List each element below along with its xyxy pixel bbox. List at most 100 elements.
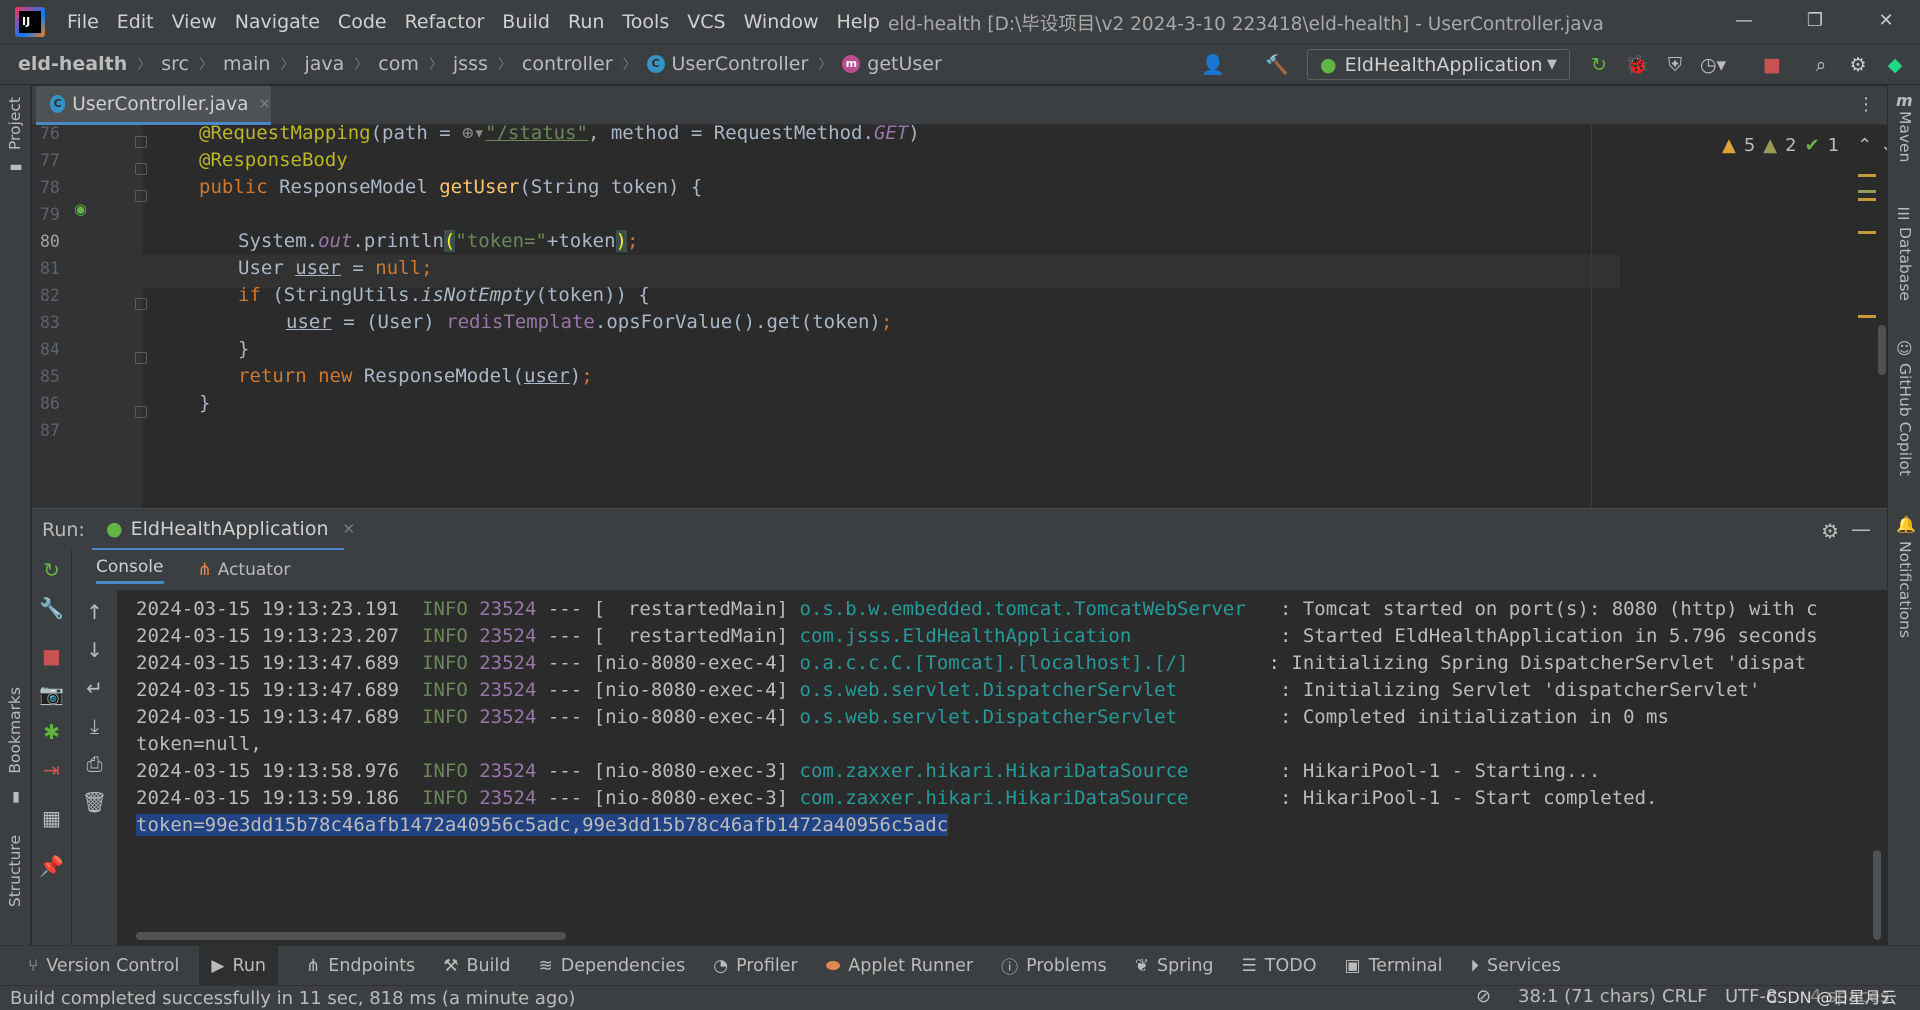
fold-marker[interactable] (135, 298, 147, 310)
run-configuration-select[interactable]: ● EldHealthApplication ▼ (1307, 49, 1570, 80)
notifications-tool-button[interactable]: Notifications (1896, 541, 1914, 638)
jetbrains-ai-icon[interactable]: ◆ (1880, 50, 1910, 80)
stop-icon[interactable]: ■ (1757, 50, 1787, 80)
tab-dependencies[interactable]: ≋ Dependencies (538, 956, 685, 976)
settings-gear-icon[interactable]: ⚙ (1843, 50, 1873, 80)
code-editor[interactable]: 76 77 78 79 80 81 82 83 84 85 86 87 ◉ @R… (32, 125, 1887, 508)
breadcrumb-jsss[interactable]: jsss (453, 53, 488, 75)
search-icon[interactable]: ⌕ (1806, 50, 1836, 80)
chevron-up-icon[interactable]: ⌃ (1857, 135, 1872, 156)
project-tool-button[interactable]: Project (6, 97, 24, 150)
arrow-up-icon[interactable]: ↑ (72, 598, 117, 626)
tab-run[interactable]: ▶ Run (199, 945, 279, 986)
editor-scrollbar[interactable] (1878, 325, 1886, 375)
tab-spring[interactable]: ❦ Spring (1135, 956, 1214, 976)
tab-endpoints[interactable]: ⋔ Endpoints (306, 956, 415, 976)
intellij-logo-icon[interactable]: IJ (15, 6, 45, 37)
breadcrumb-method[interactable]: m getUser (842, 53, 942, 75)
tab-build[interactable]: ⚒ Build (443, 956, 510, 976)
no-sync-icon[interactable]: ⊘ (1476, 986, 1491, 1007)
fold-marker[interactable] (135, 406, 147, 418)
breadcrumb-main[interactable]: main (223, 53, 270, 75)
tab-todo[interactable]: ☰ TODO (1242, 956, 1317, 976)
tab-terminal[interactable]: ▣ Terminal (1345, 956, 1443, 976)
bookmarks-tool-button[interactable]: Bookmarks (6, 687, 24, 774)
close-tab-icon[interactable]: ✕ (258, 95, 271, 113)
structure-tool-button[interactable]: Structure (6, 835, 24, 907)
restore-icon[interactable]: ❐ (1793, 6, 1837, 36)
log-logger[interactable]: com.zaxxer.hikari.HikariDataSource (800, 787, 1269, 809)
breadcrumb-java[interactable]: java (304, 53, 344, 75)
console-output[interactable]: 2024-03-15 19:13:23.191 INFO 23524 --- [… (118, 590, 1887, 945)
run-tab-eldhealth[interactable]: ● EldHealthApplication ✕ (92, 509, 355, 551)
status-message[interactable]: Build completed successfully in 11 sec, … (10, 988, 575, 1009)
fold-marker[interactable] (135, 352, 147, 364)
tab-user-controller[interactable]: C UserController.java ✕ (36, 86, 271, 125)
minimize-icon[interactable]: — (1722, 6, 1766, 36)
exit-icon[interactable]: ⇥ (32, 756, 71, 784)
user-account-icon[interactable]: 👤▾ (1198, 50, 1228, 106)
print-icon[interactable]: ⎙ (72, 750, 117, 778)
tab-profiler[interactable]: ◔ Profiler (713, 956, 797, 976)
warning-marker[interactable] (1858, 231, 1876, 234)
warning-marker[interactable] (1858, 315, 1876, 318)
menu-navigate[interactable]: Navigate (235, 11, 320, 33)
build-hammer-icon[interactable]: 🔨 (1262, 50, 1292, 80)
console-horizontal-scrollbar[interactable] (136, 932, 566, 940)
scroll-to-end-icon[interactable]: ⤓ (72, 712, 117, 740)
rerun-icon[interactable]: ↻ (1584, 50, 1614, 80)
log-logger[interactable]: com.zaxxer.hikari.HikariDataSource (800, 760, 1269, 782)
tab-problems[interactable]: ⓘ Problems (1001, 953, 1107, 979)
log-logger[interactable]: o.s.b.w.embedded.tomcat.TomcatWebServer (800, 598, 1269, 620)
tab-version-control[interactable]: ⑂ Version Control (28, 956, 179, 976)
menu-refactor[interactable]: Refactor (405, 11, 485, 33)
debug-bug-icon[interactable]: ✱ (32, 718, 71, 746)
fold-marker[interactable] (135, 190, 147, 202)
warning-marker[interactable] (1858, 174, 1876, 177)
arrow-down-icon[interactable]: ↓ (72, 636, 117, 664)
menu-edit[interactable]: Edit (117, 11, 154, 33)
wrench-icon[interactable]: 🔧 (32, 594, 71, 622)
breadcrumb-controller[interactable]: controller (522, 53, 613, 75)
menu-file[interactable]: File (67, 11, 99, 33)
coverage-icon[interactable]: ⛨ (1660, 50, 1690, 80)
rerun-icon[interactable]: ↻ (32, 556, 71, 584)
breadcrumb-project[interactable]: eld-health (18, 53, 127, 75)
trash-icon[interactable]: 🗑 (72, 788, 117, 816)
close-window-icon[interactable]: ✕ (1864, 6, 1908, 36)
menu-run[interactable]: Run (568, 11, 604, 33)
breadcrumb-com[interactable]: com (378, 53, 419, 75)
menu-build[interactable]: Build (502, 11, 550, 33)
soft-wrap-icon[interactable]: ↵ (72, 674, 117, 702)
log-logger[interactable]: com.jsss.EldHealthApplication (800, 625, 1269, 647)
pin-icon[interactable]: 📌 (32, 852, 71, 880)
stop-icon[interactable]: ■ (32, 642, 71, 670)
layout-icon[interactable]: ▦ (32, 804, 71, 832)
fold-marker[interactable] (135, 163, 147, 175)
fold-marker[interactable] (135, 136, 147, 148)
copilot-tool-button[interactable]: GitHub Copilot (1896, 363, 1914, 476)
log-logger[interactable]: o.a.c.c.C.[Tomcat].[localhost].[/] (800, 652, 1258, 674)
camera-icon[interactable]: 📷 (32, 680, 71, 708)
debug-icon[interactable]: 🐞 (1622, 50, 1652, 80)
spring-endpoint-gutter-icon[interactable]: ◉ (74, 200, 92, 218)
line-separator[interactable]: CRLF (1662, 986, 1707, 1007)
log-logger[interactable]: o.s.web.servlet.DispatcherServlet (800, 679, 1269, 701)
selected-token-text[interactable]: token=99e3dd15b78c46afb1472a40956c5adc,9… (136, 814, 949, 836)
chevron-down-icon[interactable]: ⌄ (1880, 135, 1887, 156)
profiler-icon[interactable]: ◷▾ (1698, 50, 1728, 80)
menu-window[interactable]: Window (744, 11, 819, 33)
breadcrumb-src[interactable]: src (161, 53, 189, 75)
tab-applet-runner[interactable]: ⬬ Applet Runner (826, 956, 973, 976)
menu-help[interactable]: Help (836, 11, 879, 33)
menu-view[interactable]: View (172, 11, 217, 33)
database-tool-button[interactable]: Database (1896, 227, 1914, 301)
breadcrumb-class[interactable]: C UserController (646, 53, 808, 75)
more-vertical-icon[interactable]: ⋮ (1857, 94, 1875, 115)
tab-services[interactable]: ⏵ Services (1471, 956, 1561, 976)
caret-position[interactable]: 38:1 (71 chars) (1518, 986, 1656, 1007)
warning-marker[interactable] (1858, 190, 1876, 193)
maven-tool-button[interactable]: Maven (1896, 111, 1914, 162)
menu-vcs[interactable]: VCS (687, 11, 725, 33)
menu-tools[interactable]: Tools (622, 11, 669, 33)
